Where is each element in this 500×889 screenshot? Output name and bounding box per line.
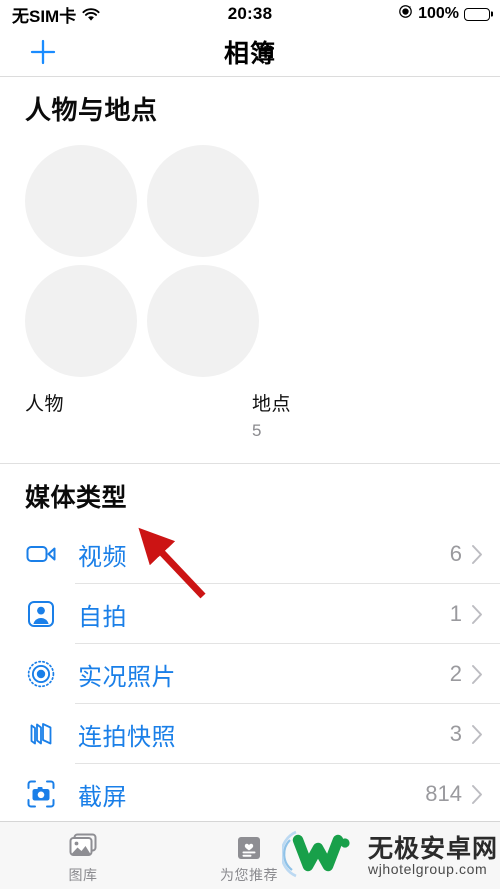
- for-you-card-icon: [236, 831, 262, 861]
- places-album-label: 地点: [252, 394, 292, 415]
- page-title: 相簿: [223, 40, 276, 68]
- battery-percent-label: 100%: [418, 5, 459, 22]
- media-row-live-photos-trailing: 2: [450, 661, 484, 687]
- places-album-entry[interactable]: 地点 5: [252, 389, 479, 441]
- media-label-selfies: 自拍: [78, 603, 127, 631]
- albums-scroll-content[interactable]: 人物与地点 人物 地点 5 媒体类型 视频 6 自拍 1 实况照片 2 连拍快照…: [0, 76, 500, 821]
- places-album-count: 5: [252, 421, 262, 440]
- people-album-entry[interactable]: 人物: [25, 389, 252, 441]
- burst-stack-icon: [22, 715, 60, 753]
- media-count-screenshots: 814: [425, 781, 462, 806]
- chevron-right-icon: [471, 604, 484, 625]
- selfie-person-icon: [22, 595, 60, 633]
- media-row-live-photos[interactable]: 实况照片 2: [0, 644, 500, 704]
- people-thumbnail-secondary[interactable]: [25, 265, 137, 377]
- chevron-right-icon: [471, 544, 484, 565]
- tab-bar: 图库 为您推荐: [0, 821, 500, 889]
- people-thumbnail[interactable]: [25, 145, 137, 257]
- rotation-lock-icon: [398, 4, 413, 24]
- people-album-label: 人物: [25, 394, 65, 415]
- media-count-video: 6: [449, 541, 462, 566]
- media-count-live-photos: 2: [449, 661, 462, 686]
- people-places-header: 人物与地点: [25, 95, 158, 125]
- media-row-bursts-trailing: 3: [450, 721, 484, 747]
- media-row-screenshots-trailing: 814: [425, 781, 484, 807]
- photos-library-icon: [67, 831, 99, 861]
- media-types-list: 视频 6 自拍 1 实况照片 2 连拍快照 3 截屏 814: [0, 524, 500, 821]
- places-thumbnail[interactable]: [147, 145, 259, 257]
- media-count-bursts: 3: [449, 721, 462, 746]
- chevron-right-icon: [471, 784, 484, 805]
- battery-full-icon: [464, 7, 493, 21]
- chevron-right-icon: [471, 724, 484, 745]
- navigation-bar: 相簿: [0, 28, 500, 76]
- add-album-button[interactable]: [26, 35, 60, 69]
- tab-for-you[interactable]: 为您推荐: [166, 822, 332, 889]
- media-row-bursts[interactable]: 连拍快照 3: [0, 704, 500, 764]
- live-photo-icon: [22, 655, 60, 693]
- video-camera-icon: [22, 535, 60, 573]
- media-label-live-photos: 实况照片: [78, 663, 176, 691]
- media-row-selfies-trailing: 1: [450, 601, 484, 627]
- media-row-video[interactable]: 视频 6: [0, 524, 500, 584]
- tab-label-library: 图库: [68, 866, 98, 883]
- media-row-video-trailing: 6: [450, 541, 484, 567]
- people-places-grid: [25, 145, 275, 377]
- media-count-selfies: 1: [449, 601, 462, 626]
- tab-library[interactable]: 图库: [0, 822, 166, 889]
- content-top-divider: [0, 76, 500, 77]
- media-label-bursts: 连拍快照: [78, 723, 176, 751]
- people-places-labels: 人物 地点 5: [25, 389, 485, 441]
- chevron-right-icon: [471, 664, 484, 685]
- media-types-header: 媒体类型: [25, 484, 128, 512]
- media-row-selfies[interactable]: 自拍 1: [0, 584, 500, 644]
- places-thumbnail-secondary[interactable]: [147, 265, 259, 377]
- status-bar: 无SIM卡 20:38 100%: [0, 0, 500, 28]
- plus-icon: [30, 39, 56, 65]
- media-label-screenshots: 截屏: [78, 783, 127, 811]
- tab-label-for-you: 为您推荐: [220, 866, 278, 883]
- phone-screen: 无SIM卡 20:38 100% 相簿 人物与地点 人物 地点 5 媒体类型 视…: [0, 0, 500, 889]
- media-row-screenshots[interactable]: 截屏 814: [0, 764, 500, 821]
- status-bar-right: 100%: [398, 4, 493, 24]
- screenshot-icon: [22, 775, 60, 813]
- media-label-video: 视频: [78, 543, 127, 571]
